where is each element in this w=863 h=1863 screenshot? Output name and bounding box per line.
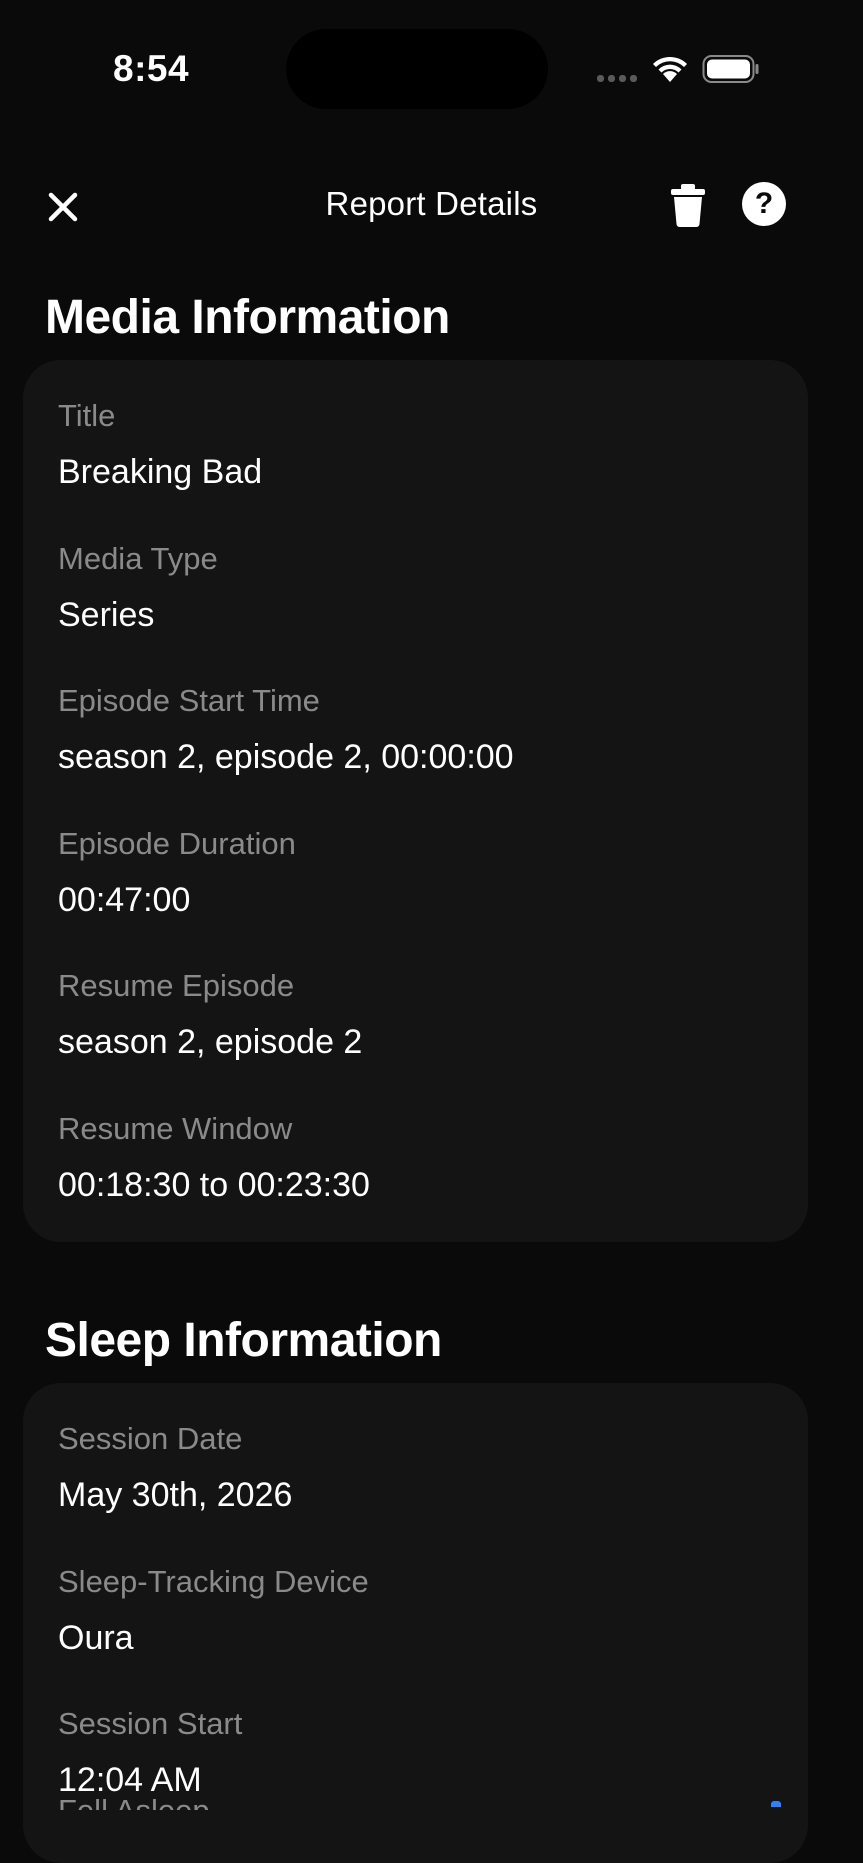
field-value: May 30th, 2026 (58, 1476, 293, 1514)
sleep-field-session-date: Session Date May 30th, 2026 (58, 1421, 292, 1515)
field-label: Title (58, 398, 116, 433)
sleep-information-heading: Sleep Information (45, 1314, 442, 1367)
field-label: Session Start (58, 1706, 243, 1741)
sleep-field-session-start: Session Start 12:04 AM (58, 1706, 242, 1800)
field-label: Episode Duration (58, 826, 296, 861)
field-value: 12:04 AM (58, 1761, 202, 1799)
field-label: Resume Episode (58, 968, 295, 1003)
wifi-icon (653, 56, 687, 82)
sleep-information-card: Session Date May 30th, 2026 Sleep-Tracki… (23, 1383, 808, 1863)
trash-icon[interactable] (668, 182, 708, 228)
field-value: 00:47:00 (58, 881, 191, 919)
field-label: Resume Window (58, 1111, 293, 1146)
field-value: season 2, episode 2, 00:00:00 (58, 738, 514, 776)
status-bar: 8:54 (0, 0, 863, 140)
sleep-field-fell-asleep-label: Fell Asleep (58, 1796, 210, 1810)
field-value: Oura (58, 1619, 134, 1657)
media-field-resume-window: Resume Window 00:18:30 to 00:23:30 (58, 1111, 370, 1205)
field-value: Series (58, 596, 155, 634)
field-label: Media Type (58, 541, 218, 576)
field-value: 00:18:30 to 00:23:30 (58, 1166, 370, 1204)
dynamic-island (286, 29, 548, 109)
field-value: season 2, episode 2 (58, 1023, 363, 1061)
status-time: 8:54 (113, 48, 190, 89)
help-button[interactable]: ? (742, 182, 786, 226)
media-information-heading: Media Information (45, 291, 450, 344)
edit-link[interactable] (771, 1801, 781, 1807)
nav-bar: Report Details ? (0, 170, 863, 240)
battery-icon (702, 55, 759, 83)
field-label: Sleep-Tracking Device (58, 1564, 369, 1599)
sleep-field-tracking-device: Sleep-Tracking Device Oura (58, 1564, 369, 1658)
media-field-title: Title Breaking Bad (58, 398, 262, 492)
media-information-card: Title Breaking Bad Media Type Series Epi… (23, 360, 808, 1242)
field-value: Breaking Bad (58, 453, 263, 491)
cellular-signal-icon (597, 75, 639, 83)
help-icon: ? (754, 187, 774, 220)
media-field-episode-start-time: Episode Start Time season 2, episode 2, … (58, 683, 514, 777)
media-field-episode-duration: Episode Duration 00:47:00 (58, 826, 296, 920)
field-label: Episode Start Time (58, 683, 320, 718)
media-field-media-type: Media Type Series (58, 541, 218, 635)
field-label: Session Date (58, 1421, 243, 1456)
page-title: Report Details (325, 185, 538, 222)
media-field-resume-episode: Resume Episode season 2, episode 2 (58, 968, 362, 1062)
